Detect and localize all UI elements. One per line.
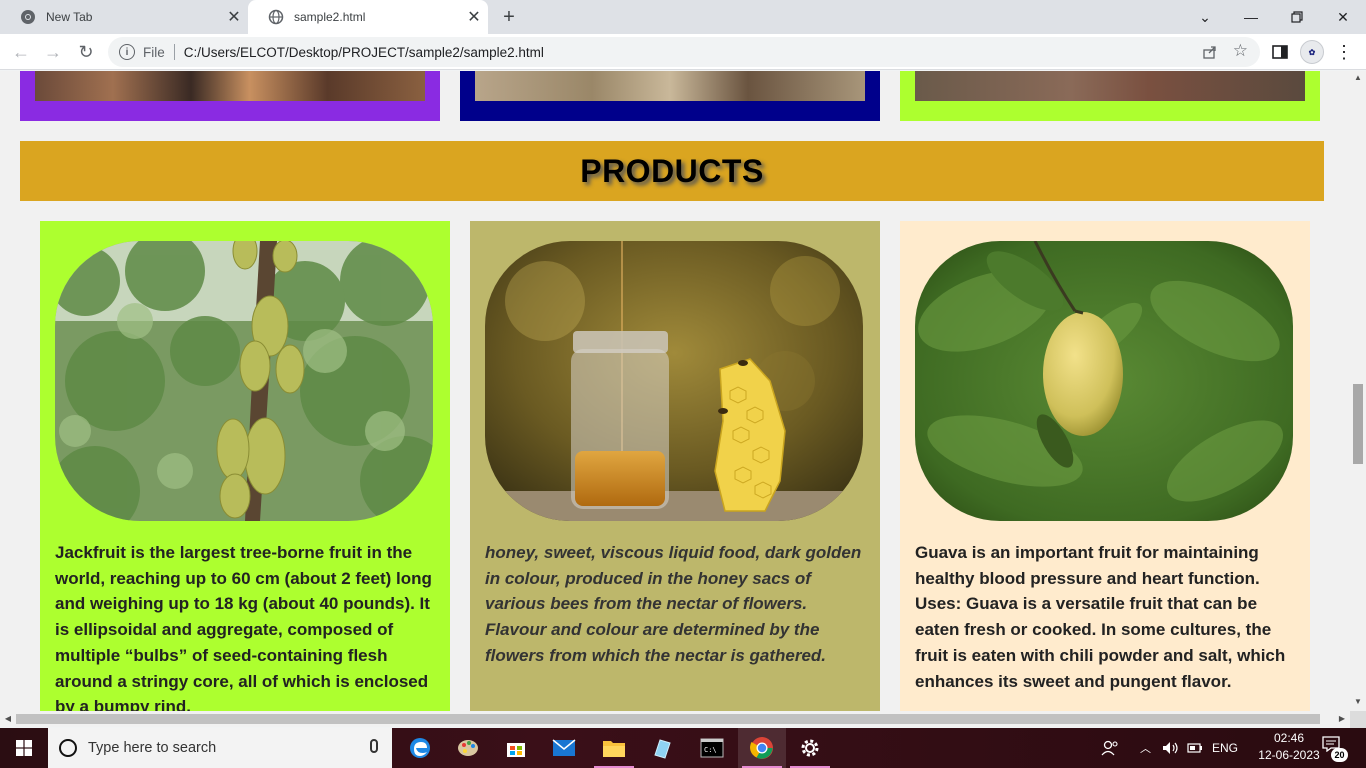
- product-card-jackfruit: Jackfruit is the largest tree-borne frui…: [40, 221, 450, 711]
- notification-center-icon[interactable]: 20: [1322, 736, 1348, 762]
- windows-start-icon[interactable]: [0, 728, 48, 768]
- volume-icon[interactable]: [1162, 728, 1180, 768]
- product-card-guava: Guava is an important fruit for maintain…: [900, 221, 1310, 711]
- tab-title: sample2.html: [294, 10, 366, 24]
- notification-count-badge: 20: [1331, 748, 1348, 762]
- share-icon[interactable]: [1202, 44, 1218, 63]
- face-photo: [915, 71, 1305, 101]
- microphone-icon[interactable]: [370, 739, 378, 753]
- guava-photo: [915, 241, 1293, 521]
- scroll-up-arrow-icon[interactable]: ▲: [1350, 71, 1366, 85]
- scroll-right-arrow-icon[interactable]: ▶: [1334, 711, 1350, 727]
- new-tab-plus-icon[interactable]: +: [498, 6, 520, 28]
- show-hidden-icons-chevron-icon[interactable]: ︿: [1140, 728, 1151, 768]
- jackfruit-photo: [55, 241, 433, 521]
- close-window-icon[interactable]: ✕: [1320, 0, 1366, 34]
- tab-search-chevron-icon[interactable]: ⌄: [1182, 0, 1228, 34]
- top-card-1: [20, 71, 440, 121]
- file-scheme-label: File: [143, 44, 165, 60]
- search-placeholder: Type here to search: [88, 740, 217, 756]
- scroll-left-arrow-icon[interactable]: ◀: [0, 711, 16, 727]
- info-icon[interactable]: i: [119, 44, 135, 60]
- people-photo: [475, 71, 865, 101]
- windows-taskbar: Type here to search C:\ ︿ ENG 02:46 12-0…: [0, 728, 1366, 768]
- notepad-icon[interactable]: [638, 728, 686, 768]
- scroll-down-arrow-icon[interactable]: ▼: [1350, 695, 1366, 709]
- vertical-scroll-thumb[interactable]: [1353, 384, 1363, 464]
- globe-icon: [268, 9, 284, 25]
- tab-strip: New Tab ✕ sample2.html ✕ + ⌄ — ✕: [0, 0, 1366, 34]
- tab-sample2[interactable]: sample2.html ✕: [248, 0, 488, 34]
- microsoft-store-icon[interactable]: [492, 728, 540, 768]
- mail-icon[interactable]: [540, 728, 588, 768]
- product-description: Guava is an important fruit for maintain…: [915, 543, 1286, 691]
- top-card-2: [460, 71, 880, 121]
- top-card-3: [900, 71, 1320, 121]
- taskbar-search-box[interactable]: Type here to search: [48, 728, 392, 768]
- clock-time: 02:46: [1273, 731, 1305, 745]
- file-explorer-icon[interactable]: [590, 728, 638, 768]
- side-panel-icon[interactable]: [1268, 40, 1292, 64]
- forward-arrow-icon[interactable]: →: [41, 40, 65, 64]
- battery-icon[interactable]: [1187, 728, 1203, 768]
- tab-title: New Tab: [46, 10, 93, 24]
- horizontal-scrollbar[interactable]: ◀ ▶: [0, 711, 1350, 727]
- product-card-honey: honey, sweet, viscous liquid food, dark …: [470, 221, 880, 711]
- chrome-taskbar-icon[interactable]: [738, 728, 786, 768]
- address-bar[interactable]: i File C:/Users/ELCOT/Desktop/PROJECT/sa…: [108, 37, 1260, 67]
- url-text[interactable]: C:/Users/ELCOT/Desktop/PROJECT/sample2/s…: [184, 45, 544, 60]
- clock-date: 12-06-2023: [1258, 748, 1320, 762]
- minimize-icon[interactable]: —: [1228, 0, 1274, 34]
- close-tab-icon[interactable]: ✕: [220, 7, 248, 27]
- language-indicator[interactable]: ENG: [1212, 728, 1238, 768]
- paint-palette-icon[interactable]: [444, 728, 492, 768]
- honey-photo: [485, 241, 863, 521]
- command-prompt-icon[interactable]: C:\: [688, 728, 736, 768]
- taskbar-clock[interactable]: 02:46 12-06-2023: [1254, 730, 1324, 764]
- reload-icon[interactable]: ↻: [74, 40, 98, 64]
- product-description: honey, sweet, viscous liquid food, dark …: [485, 543, 862, 665]
- edge-icon[interactable]: [396, 728, 444, 768]
- divider: [173, 44, 175, 60]
- profile-avatar[interactable]: ✿: [1300, 40, 1324, 64]
- menu-kebab-icon[interactable]: ⋮: [1332, 40, 1356, 64]
- scrollbar-corner: [1350, 711, 1366, 728]
- people-photo: [35, 71, 425, 101]
- settings-gear-icon[interactable]: [786, 728, 834, 768]
- browser-toolbar: ← → ↻ i File C:/Users/ELCOT/Desktop/PROJ…: [0, 34, 1366, 70]
- restore-icon[interactable]: [1274, 0, 1320, 34]
- horizontal-scroll-thumb[interactable]: [16, 714, 1320, 724]
- close-tab-icon[interactable]: ✕: [460, 7, 488, 27]
- bookmark-star-icon[interactable]: ☆: [1233, 41, 1248, 61]
- chrome-icon: [20, 9, 36, 25]
- page-viewport: PRODUCTS Jackfruit is the largest tree-b…: [0, 71, 1350, 711]
- people-icon[interactable]: [1101, 728, 1119, 768]
- products-banner: PRODUCTS: [20, 141, 1324, 201]
- tab-new-tab[interactable]: New Tab ✕: [0, 0, 248, 34]
- search-icon: [59, 739, 77, 757]
- svg-text:C:\: C:\: [704, 746, 717, 754]
- product-description: Jackfruit is the largest tree-borne frui…: [55, 543, 432, 711]
- back-arrow-icon[interactable]: ←: [9, 40, 33, 64]
- products-heading: PRODUCTS: [580, 152, 764, 189]
- vertical-scrollbar[interactable]: ▲ ▼: [1350, 71, 1366, 711]
